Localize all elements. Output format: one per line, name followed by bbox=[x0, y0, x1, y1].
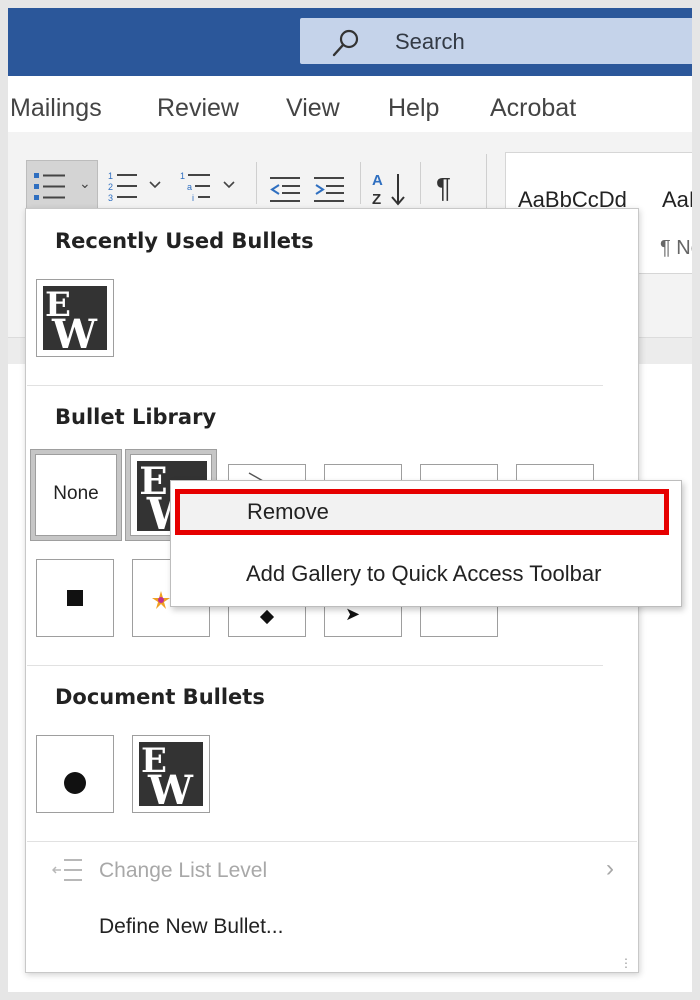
bullet-context-menu: Remove Add Gallery to Quick Access Toolb… bbox=[170, 480, 682, 607]
change-list-level-icon bbox=[52, 859, 82, 881]
search-placeholder: Search bbox=[395, 29, 465, 54]
bullet-none-option[interactable]: None bbox=[30, 449, 122, 541]
bullet-library-title: Bullet Library bbox=[55, 405, 217, 429]
add-gallery-to-qat-item[interactable]: Add Gallery to Quick Access Toolbar bbox=[171, 549, 681, 597]
change-list-level-item[interactable]: Change List Level › bbox=[26, 849, 636, 895]
svg-text:Z: Z bbox=[372, 191, 381, 208]
svg-text:i: i bbox=[192, 193, 194, 203]
bullets-button[interactable]: ⌄ bbox=[26, 160, 98, 212]
svg-text:A: A bbox=[372, 172, 383, 189]
search-box[interactable]: Search bbox=[300, 18, 692, 64]
svg-text:W: W bbox=[51, 311, 98, 350]
svg-text:W: W bbox=[147, 767, 194, 806]
svg-text:2: 2 bbox=[108, 182, 113, 192]
multilevel-list-icon[interactable]: 1 a i bbox=[180, 170, 240, 204]
document-bullet-circle[interactable] bbox=[36, 735, 114, 813]
ew-picture-bullet-icon: E W bbox=[139, 742, 203, 806]
bullets-icon bbox=[34, 173, 65, 200]
chevron-down-icon: ⌄ bbox=[79, 175, 91, 191]
divider bbox=[27, 665, 603, 666]
numbering-icon[interactable]: 1 2 3 bbox=[108, 170, 164, 204]
word-window: Search Mailings Review View Help Acrobat… bbox=[8, 8, 692, 992]
define-new-bullet-item[interactable]: Define New Bullet... bbox=[26, 905, 636, 951]
document-bullet-ew[interactable]: E W bbox=[132, 735, 210, 813]
bullet-square-option[interactable] bbox=[36, 559, 114, 637]
style-name-label: ¶ No bbox=[660, 237, 692, 259]
change-list-level-label: Change List Level bbox=[99, 859, 268, 882]
decrease-indent-icon[interactable] bbox=[270, 176, 302, 204]
document-bullets-title: Document Bullets bbox=[55, 685, 265, 709]
title-bar: Search bbox=[8, 8, 692, 76]
divider bbox=[27, 385, 603, 386]
tab-acrobat[interactable]: Acrobat bbox=[490, 94, 576, 123]
filled-circle-bullet-icon bbox=[64, 772, 86, 794]
increase-indent-icon[interactable] bbox=[314, 176, 346, 204]
recently-used-bullets-title: Recently Used Bullets bbox=[55, 229, 314, 253]
arrowhead-bullet-icon: ➤ bbox=[345, 604, 361, 624]
tab-review[interactable]: Review bbox=[157, 94, 239, 123]
search-icon bbox=[332, 29, 359, 57]
none-label: None bbox=[53, 483, 99, 504]
svg-text:1: 1 bbox=[180, 171, 185, 181]
remove-menu-item[interactable]: Remove bbox=[175, 489, 669, 535]
style-second-sample[interactable]: AaB bbox=[662, 187, 692, 213]
diamond-bullet-icon bbox=[259, 609, 275, 625]
tab-view[interactable]: View bbox=[286, 94, 340, 123]
chevron-right-icon: › bbox=[606, 855, 614, 882]
define-new-bullet-label: Define New Bullet... bbox=[99, 915, 284, 938]
star-bullet-icon bbox=[152, 591, 170, 609]
svg-text:a: a bbox=[187, 182, 192, 192]
tab-mailings[interactable]: Mailings bbox=[10, 94, 102, 123]
resize-grip-icon[interactable]: ⋮ bbox=[620, 956, 632, 970]
recent-bullet-ew[interactable]: E W bbox=[36, 279, 114, 357]
sort-icon[interactable]: A Z bbox=[370, 170, 410, 208]
show-formatting-icon[interactable]: ¶ bbox=[436, 172, 451, 204]
divider bbox=[27, 841, 637, 842]
ew-picture-bullet-icon: E W bbox=[43, 286, 107, 350]
svg-text:3: 3 bbox=[108, 193, 113, 203]
svg-text:1: 1 bbox=[108, 171, 113, 181]
add-gallery-label: Add Gallery to Quick Access Toolbar bbox=[246, 561, 602, 586]
tab-help[interactable]: Help bbox=[388, 94, 439, 123]
square-bullet-icon bbox=[67, 590, 83, 606]
remove-label: Remove bbox=[247, 499, 329, 524]
ribbon-tabs: Mailings Review View Help Acrobat bbox=[8, 86, 692, 132]
